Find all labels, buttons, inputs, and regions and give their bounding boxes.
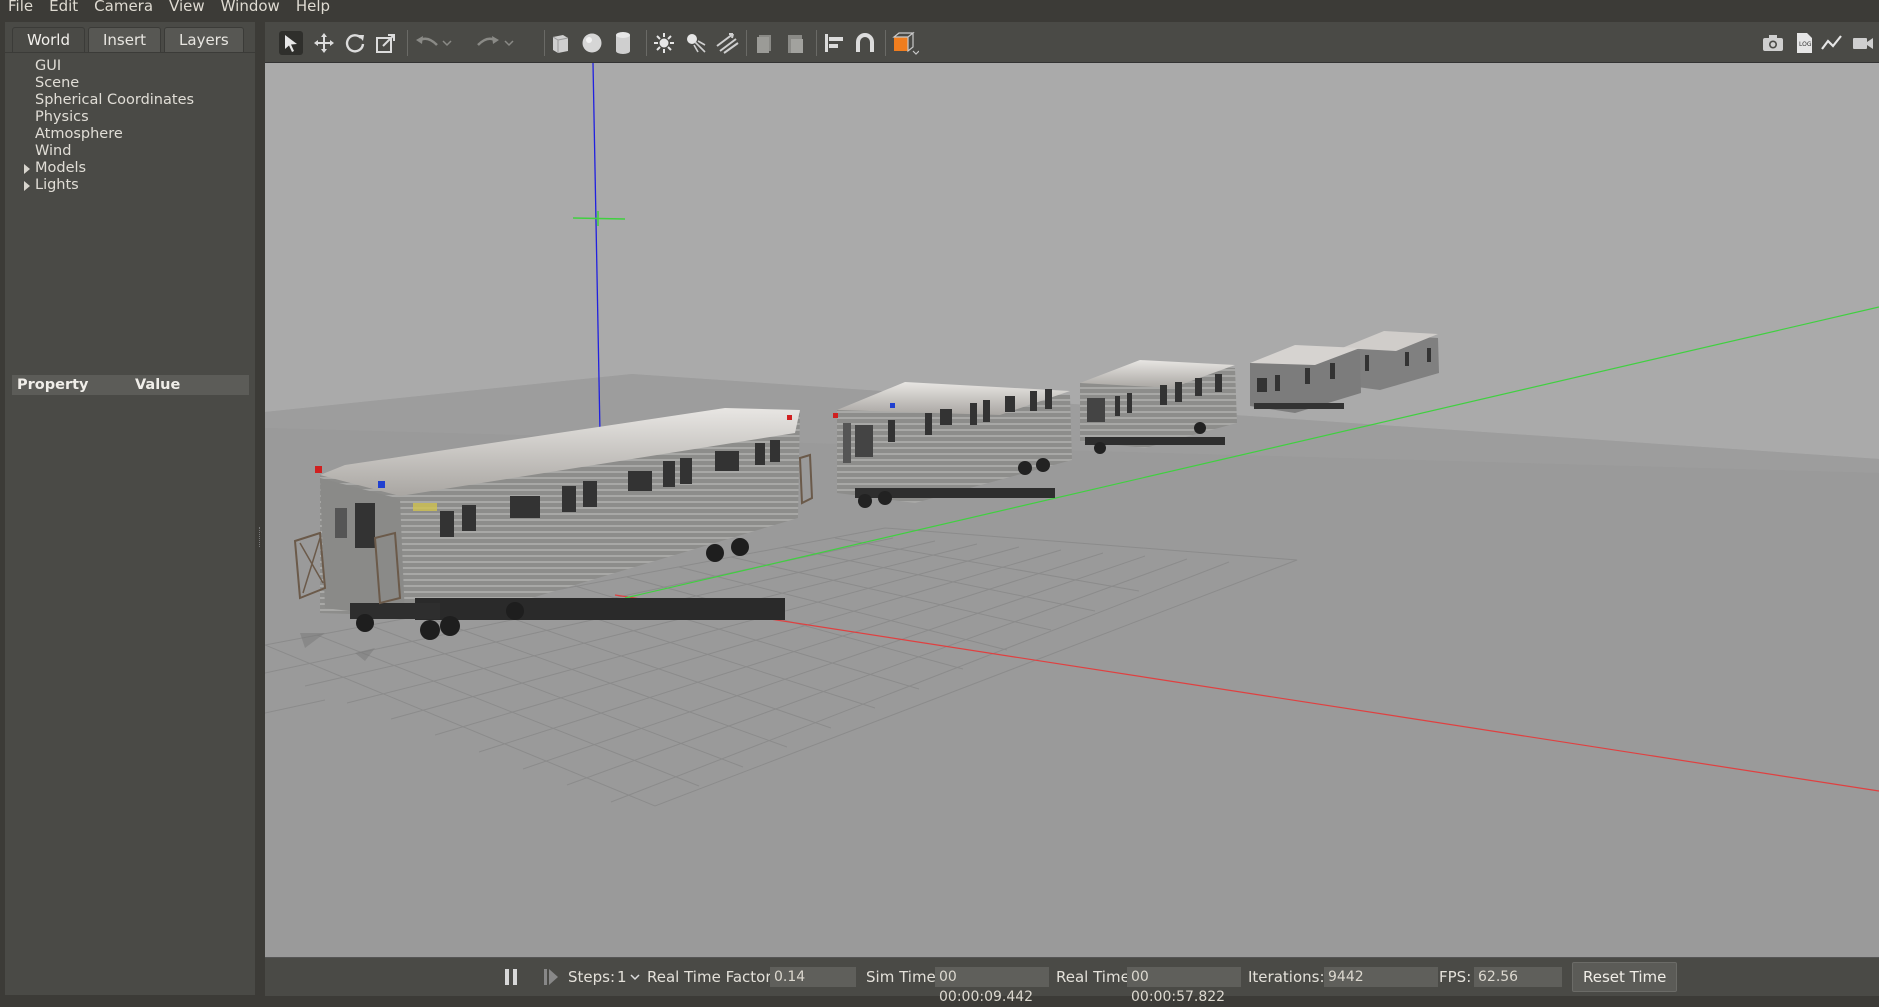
real-time-value: 00 00:00:57.822 bbox=[1127, 967, 1241, 1005]
tree-item-scene[interactable]: Scene bbox=[15, 75, 194, 92]
toolbar-separator bbox=[816, 30, 817, 56]
toolbar-separator bbox=[407, 30, 408, 56]
fps-label: FPS: bbox=[1439, 968, 1472, 986]
3d-viewport[interactable] bbox=[265, 63, 1879, 957]
spot-light-icon[interactable] bbox=[684, 31, 708, 55]
menu-view[interactable]: View bbox=[161, 0, 213, 14]
undo-history-icon[interactable] bbox=[440, 31, 454, 55]
scale-icon[interactable] bbox=[374, 31, 398, 55]
svg-text:LOG: LOG bbox=[1799, 41, 1812, 48]
value-column-header: Value bbox=[135, 377, 181, 393]
steps-spinbox[interactable]: 1 bbox=[617, 958, 640, 996]
menu-window[interactable]: Window bbox=[213, 0, 288, 14]
toolbar-separator bbox=[544, 30, 545, 56]
menu-bar: File Edit Camera View Window Help bbox=[0, 0, 1879, 22]
left-panel: World Insert Layers GUI Scene Spherical … bbox=[5, 22, 255, 995]
real-time-label: Real Time: bbox=[1056, 968, 1135, 986]
view-angle-icon[interactable] bbox=[890, 31, 920, 55]
fps-value: 62.56 bbox=[1474, 967, 1562, 987]
directional-light-icon[interactable] bbox=[715, 31, 739, 55]
toolbar-separator bbox=[646, 30, 647, 56]
toolbar: LOG bbox=[265, 22, 1879, 63]
tree-item-atmosphere[interactable]: Atmosphere bbox=[15, 126, 194, 143]
scene-render bbox=[265, 63, 1879, 957]
toolbar-separator bbox=[885, 30, 886, 56]
panel-tabs: World Insert Layers bbox=[12, 27, 244, 52]
undo-icon[interactable] bbox=[415, 31, 439, 55]
paste-icon[interactable] bbox=[783, 31, 807, 55]
step-forward-icon bbox=[544, 969, 558, 985]
iterations-value: 9442 bbox=[1324, 967, 1438, 987]
align-icon[interactable] bbox=[822, 31, 846, 55]
video-record-icon[interactable] bbox=[1851, 31, 1875, 55]
log-icon[interactable]: LOG bbox=[1792, 31, 1816, 55]
tree-item-label: Lights bbox=[35, 177, 79, 193]
world-tree: GUI Scene Spherical Coordinates Physics … bbox=[15, 58, 194, 194]
property-table-header: Property Value bbox=[12, 375, 249, 395]
menu-edit[interactable]: Edit bbox=[41, 0, 86, 14]
iterations-label: Iterations: bbox=[1248, 968, 1325, 986]
tree-item-gui[interactable]: GUI bbox=[15, 58, 194, 75]
real-time-factor-label: Real Time Factor: bbox=[647, 968, 777, 986]
tree-item-wind[interactable]: Wind bbox=[15, 143, 194, 160]
redo-history-icon[interactable] bbox=[502, 31, 516, 55]
tree-item-spherical-coordinates[interactable]: Spherical Coordinates bbox=[15, 92, 194, 109]
tree-item-label: Atmosphere bbox=[35, 126, 123, 142]
redo-icon[interactable] bbox=[476, 31, 500, 55]
box-icon[interactable] bbox=[548, 31, 572, 55]
step-button[interactable] bbox=[542, 958, 560, 996]
expand-arrow-icon[interactable] bbox=[24, 181, 30, 191]
steps-value[interactable]: 1 bbox=[617, 968, 627, 986]
tree-item-label: Scene bbox=[35, 75, 80, 91]
sphere-icon[interactable] bbox=[580, 31, 604, 55]
translate-icon[interactable] bbox=[312, 31, 336, 55]
point-light-icon[interactable] bbox=[652, 31, 676, 55]
tree-item-label: Wind bbox=[35, 143, 72, 159]
menu-file[interactable]: File bbox=[0, 0, 41, 14]
tree-item-models[interactable]: Models bbox=[15, 160, 194, 177]
status-bar: Steps: 1 Real Time Factor: 0.14 Sim Time… bbox=[265, 957, 1879, 1005]
tab-divider bbox=[5, 52, 255, 53]
tree-item-label: Models bbox=[35, 160, 87, 176]
tree-item-physics[interactable]: Physics bbox=[15, 109, 194, 126]
screenshot-icon[interactable] bbox=[1761, 31, 1785, 55]
pause-button[interactable] bbox=[503, 958, 519, 996]
property-column-header: Property bbox=[17, 377, 89, 393]
toolbar-separator bbox=[746, 30, 747, 56]
expand-arrow-icon[interactable] bbox=[24, 164, 30, 174]
subway-car-far-2 bbox=[1080, 360, 1237, 454]
menu-camera[interactable]: Camera bbox=[86, 0, 161, 14]
rear-door-window bbox=[355, 503, 375, 548]
tree-item-label: Physics bbox=[35, 109, 89, 125]
rotate-icon[interactable] bbox=[343, 31, 367, 55]
grip-dots bbox=[259, 527, 262, 547]
subway-car-far-1 bbox=[833, 382, 1072, 508]
tree-item-lights[interactable]: Lights bbox=[15, 177, 194, 194]
snap-icon[interactable] bbox=[853, 31, 877, 55]
sim-time-label: Sim Time: bbox=[866, 968, 941, 986]
sim-time-value: 00 00:00:09.442 bbox=[935, 967, 1049, 1005]
tab-world[interactable]: World bbox=[12, 27, 85, 52]
chevron-down-icon bbox=[630, 974, 640, 981]
tree-item-label: Spherical Coordinates bbox=[35, 92, 195, 108]
tab-layers[interactable]: Layers bbox=[164, 27, 244, 52]
cylinder-icon[interactable] bbox=[611, 31, 635, 55]
panel-resize-handle[interactable] bbox=[255, 22, 265, 995]
select-arrow-icon[interactable] bbox=[279, 31, 303, 55]
tree-item-label: GUI bbox=[35, 58, 62, 74]
tab-insert[interactable]: Insert bbox=[88, 27, 162, 52]
plot-icon[interactable] bbox=[1820, 31, 1844, 55]
menu-help[interactable]: Help bbox=[288, 0, 338, 14]
copy-icon[interactable] bbox=[752, 31, 776, 55]
pause-icon bbox=[505, 969, 517, 985]
steps-label: Steps: bbox=[568, 968, 616, 986]
real-time-factor-value: 0.14 bbox=[770, 967, 856, 987]
reset-time-button[interactable]: Reset Time bbox=[1572, 962, 1678, 992]
property-table bbox=[12, 395, 249, 995]
